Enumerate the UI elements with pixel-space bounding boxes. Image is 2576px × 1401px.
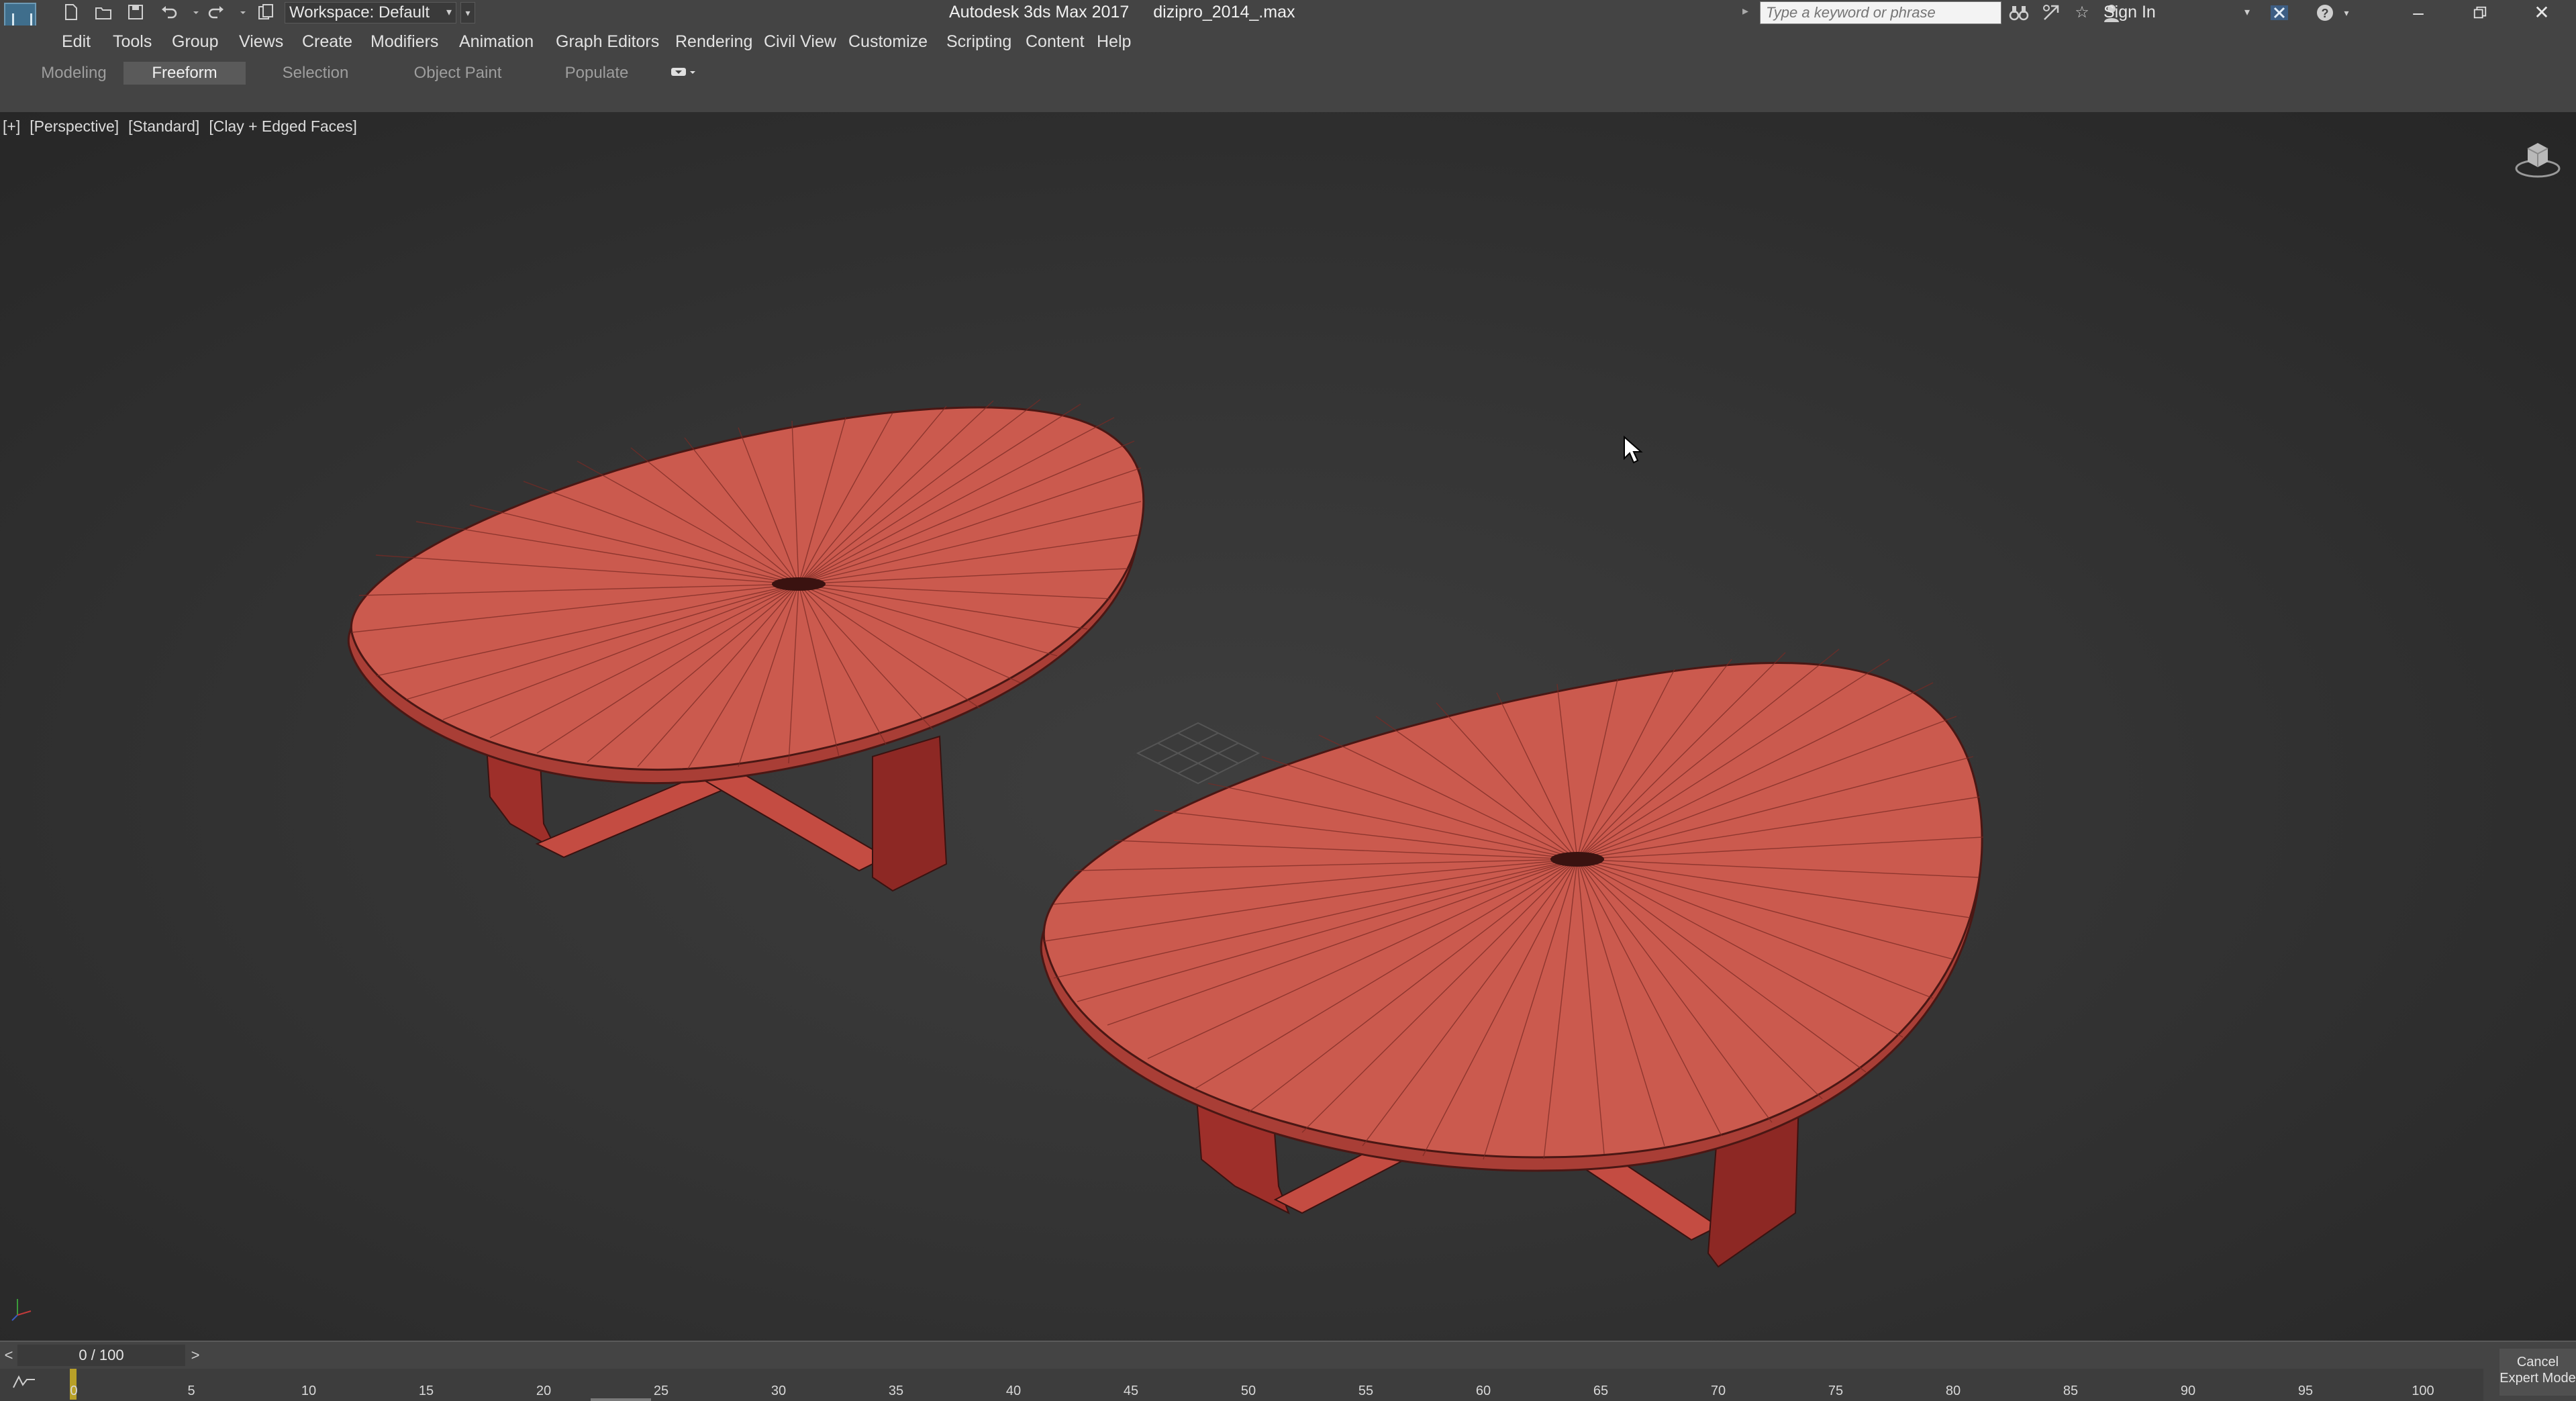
menu-civil-view[interactable]: Civil View <box>764 32 836 52</box>
binoculars-icon[interactable] <box>2008 2 2030 23</box>
menu-views[interactable]: Views <box>239 32 283 52</box>
frame-tick-label: 30 <box>771 1384 787 1398</box>
workspace-label: Workspace: Default <box>289 3 430 21</box>
time-prev-button[interactable]: < <box>0 1345 17 1366</box>
chevron-down-icon: ▾ <box>446 7 452 18</box>
minimize-button[interactable]: – <box>2388 0 2448 26</box>
workspace-dropdown[interactable]: Workspace: Default ▾ <box>285 2 456 23</box>
tab-selection[interactable]: Selection <box>268 62 362 85</box>
frame-tick-label: 25 <box>653 1384 669 1398</box>
menu-help[interactable]: Help <box>1097 32 1131 52</box>
tab-populate[interactable]: Populate <box>548 62 646 85</box>
frame-tick-label: 60 <box>1475 1384 1491 1398</box>
time-next-button[interactable]: > <box>187 1345 204 1366</box>
frame-tick-label: 0 <box>70 1384 78 1398</box>
toolbar-expand-icon[interactable]: ▾ <box>460 2 475 23</box>
time-slider-panel: < 0 / 100 > 0 5 10 15 20 25 30 35 40 45 … <box>0 1341 2576 1401</box>
track-bar[interactable]: 0 5 10 15 20 25 30 35 40 45 50 55 60 65 … <box>0 1369 2483 1401</box>
table-left-top <box>350 406 1145 771</box>
coffee-table-left[interactable] <box>347 399 1145 892</box>
time-slider[interactable]: 0 / 100 <box>17 1345 185 1366</box>
menu-scripting[interactable]: Scripting <box>946 32 1011 52</box>
frame-tick-label: 100 <box>2412 1384 2434 1398</box>
undo-icon[interactable] <box>160 3 179 21</box>
expert-mode-label: Expert Mode <box>2499 1371 2576 1386</box>
window-title: Autodesk 3ds Max 2017 dizipro_2014_.max <box>949 3 1295 22</box>
frame-tick-label: 85 <box>2063 1384 2079 1398</box>
frame-tick-label: 50 <box>1240 1384 1256 1398</box>
restore-button[interactable] <box>2450 0 2510 26</box>
mouse-cursor-icon <box>1623 435 1644 467</box>
menu-customize[interactable]: Customize <box>848 32 928 52</box>
redo-dropdown-icon[interactable] <box>234 3 246 21</box>
search-expand-icon[interactable]: ▸ <box>1742 4 1748 18</box>
undo-dropdown-icon[interactable] <box>187 3 199 21</box>
menu-create[interactable]: Create <box>302 32 352 52</box>
open-file-icon[interactable] <box>94 3 113 21</box>
frame-tick-label: 95 <box>2297 1384 2314 1398</box>
track-scrollbar[interactable] <box>591 1398 651 1401</box>
search-input[interactable] <box>1760 1 2001 24</box>
frame-tick-label: 80 <box>1945 1384 1961 1398</box>
scene-canvas[interactable] <box>0 112 2576 1341</box>
frame-tick-label: 35 <box>888 1384 904 1398</box>
table-right-center <box>1550 852 1604 867</box>
save-icon[interactable] <box>126 3 145 21</box>
frame-tick-label: 70 <box>1710 1384 1726 1398</box>
new-file-icon[interactable] <box>62 3 81 21</box>
menu-group[interactable]: Group <box>172 32 218 52</box>
help-icon[interactable]: ? <box>2314 2 2336 23</box>
svg-text:?: ? <box>2322 7 2329 20</box>
axis-tripod-icon <box>9 1295 36 1322</box>
app-title: Autodesk 3ds Max 2017 <box>949 3 1130 21</box>
project-icon[interactable] <box>256 3 275 21</box>
tab-freeform[interactable]: Freeform <box>123 62 246 85</box>
sign-in-link[interactable]: Sign In <box>2103 3 2156 22</box>
cancel-expert-mode-button[interactable]: Cancel Expert Mode <box>2499 1349 2576 1396</box>
frame-tick-label: 40 <box>1005 1384 1022 1398</box>
frame-tick-label: 75 <box>1828 1384 1844 1398</box>
frame-tick-label: 20 <box>536 1384 552 1398</box>
chevron-down-icon[interactable]: ▾ <box>2341 2 2352 23</box>
ribbon-options-icon[interactable] <box>671 66 698 79</box>
tab-modeling[interactable]: Modeling <box>27 62 121 85</box>
menu-modifiers[interactable]: Modifiers <box>370 32 438 52</box>
menu-bar: Edit Tools Group Views Create Modifiers … <box>0 26 2576 62</box>
cancel-label: Cancel <box>2516 1355 2559 1369</box>
tab-object-paint[interactable]: Object Paint <box>399 62 517 85</box>
menu-rendering[interactable]: Rendering <box>675 32 752 52</box>
frame-tick-label: 10 <box>301 1384 317 1398</box>
frame-tick-label: 65 <box>1593 1384 1609 1398</box>
mini-curve-editor-icon[interactable] <box>11 1373 38 1392</box>
perspective-viewport[interactable]: [+] [Perspective] [Standard] [Clay + Edged … <box>0 112 2576 1341</box>
chevron-down-icon[interactable]: ▾ <box>2244 5 2250 19</box>
home-grid-icon <box>1136 722 1260 785</box>
frame-tick-label: 15 <box>418 1384 434 1398</box>
frame-tick-label: 5 <box>187 1384 195 1398</box>
redo-icon[interactable] <box>207 3 226 21</box>
file-name: dizipro_2014_.max <box>1153 3 1295 21</box>
close-window-button[interactable]: ✕ <box>2512 0 2572 26</box>
menu-edit[interactable]: Edit <box>62 32 91 52</box>
frame-tick-label: 90 <box>2180 1384 2196 1398</box>
frame-tick-label: 45 <box>1123 1384 1139 1398</box>
menu-graph-editors[interactable]: Graph Editors <box>556 32 659 52</box>
subscription-icon[interactable] <box>2040 2 2062 23</box>
menu-animation[interactable]: Animation <box>459 32 534 52</box>
close-x-tool-icon[interactable] <box>2269 2 2290 23</box>
title-bar: Workspace: Default ▾ ▾ Autodesk 3ds Max … <box>0 0 2576 38</box>
menu-content[interactable]: Content <box>1026 32 1085 52</box>
table-left-center <box>772 577 826 591</box>
favorites-star-icon[interactable]: ☆ <box>2071 2 2093 23</box>
frame-tick-label: 55 <box>1358 1384 1374 1398</box>
menu-tools[interactable]: Tools <box>113 32 152 52</box>
